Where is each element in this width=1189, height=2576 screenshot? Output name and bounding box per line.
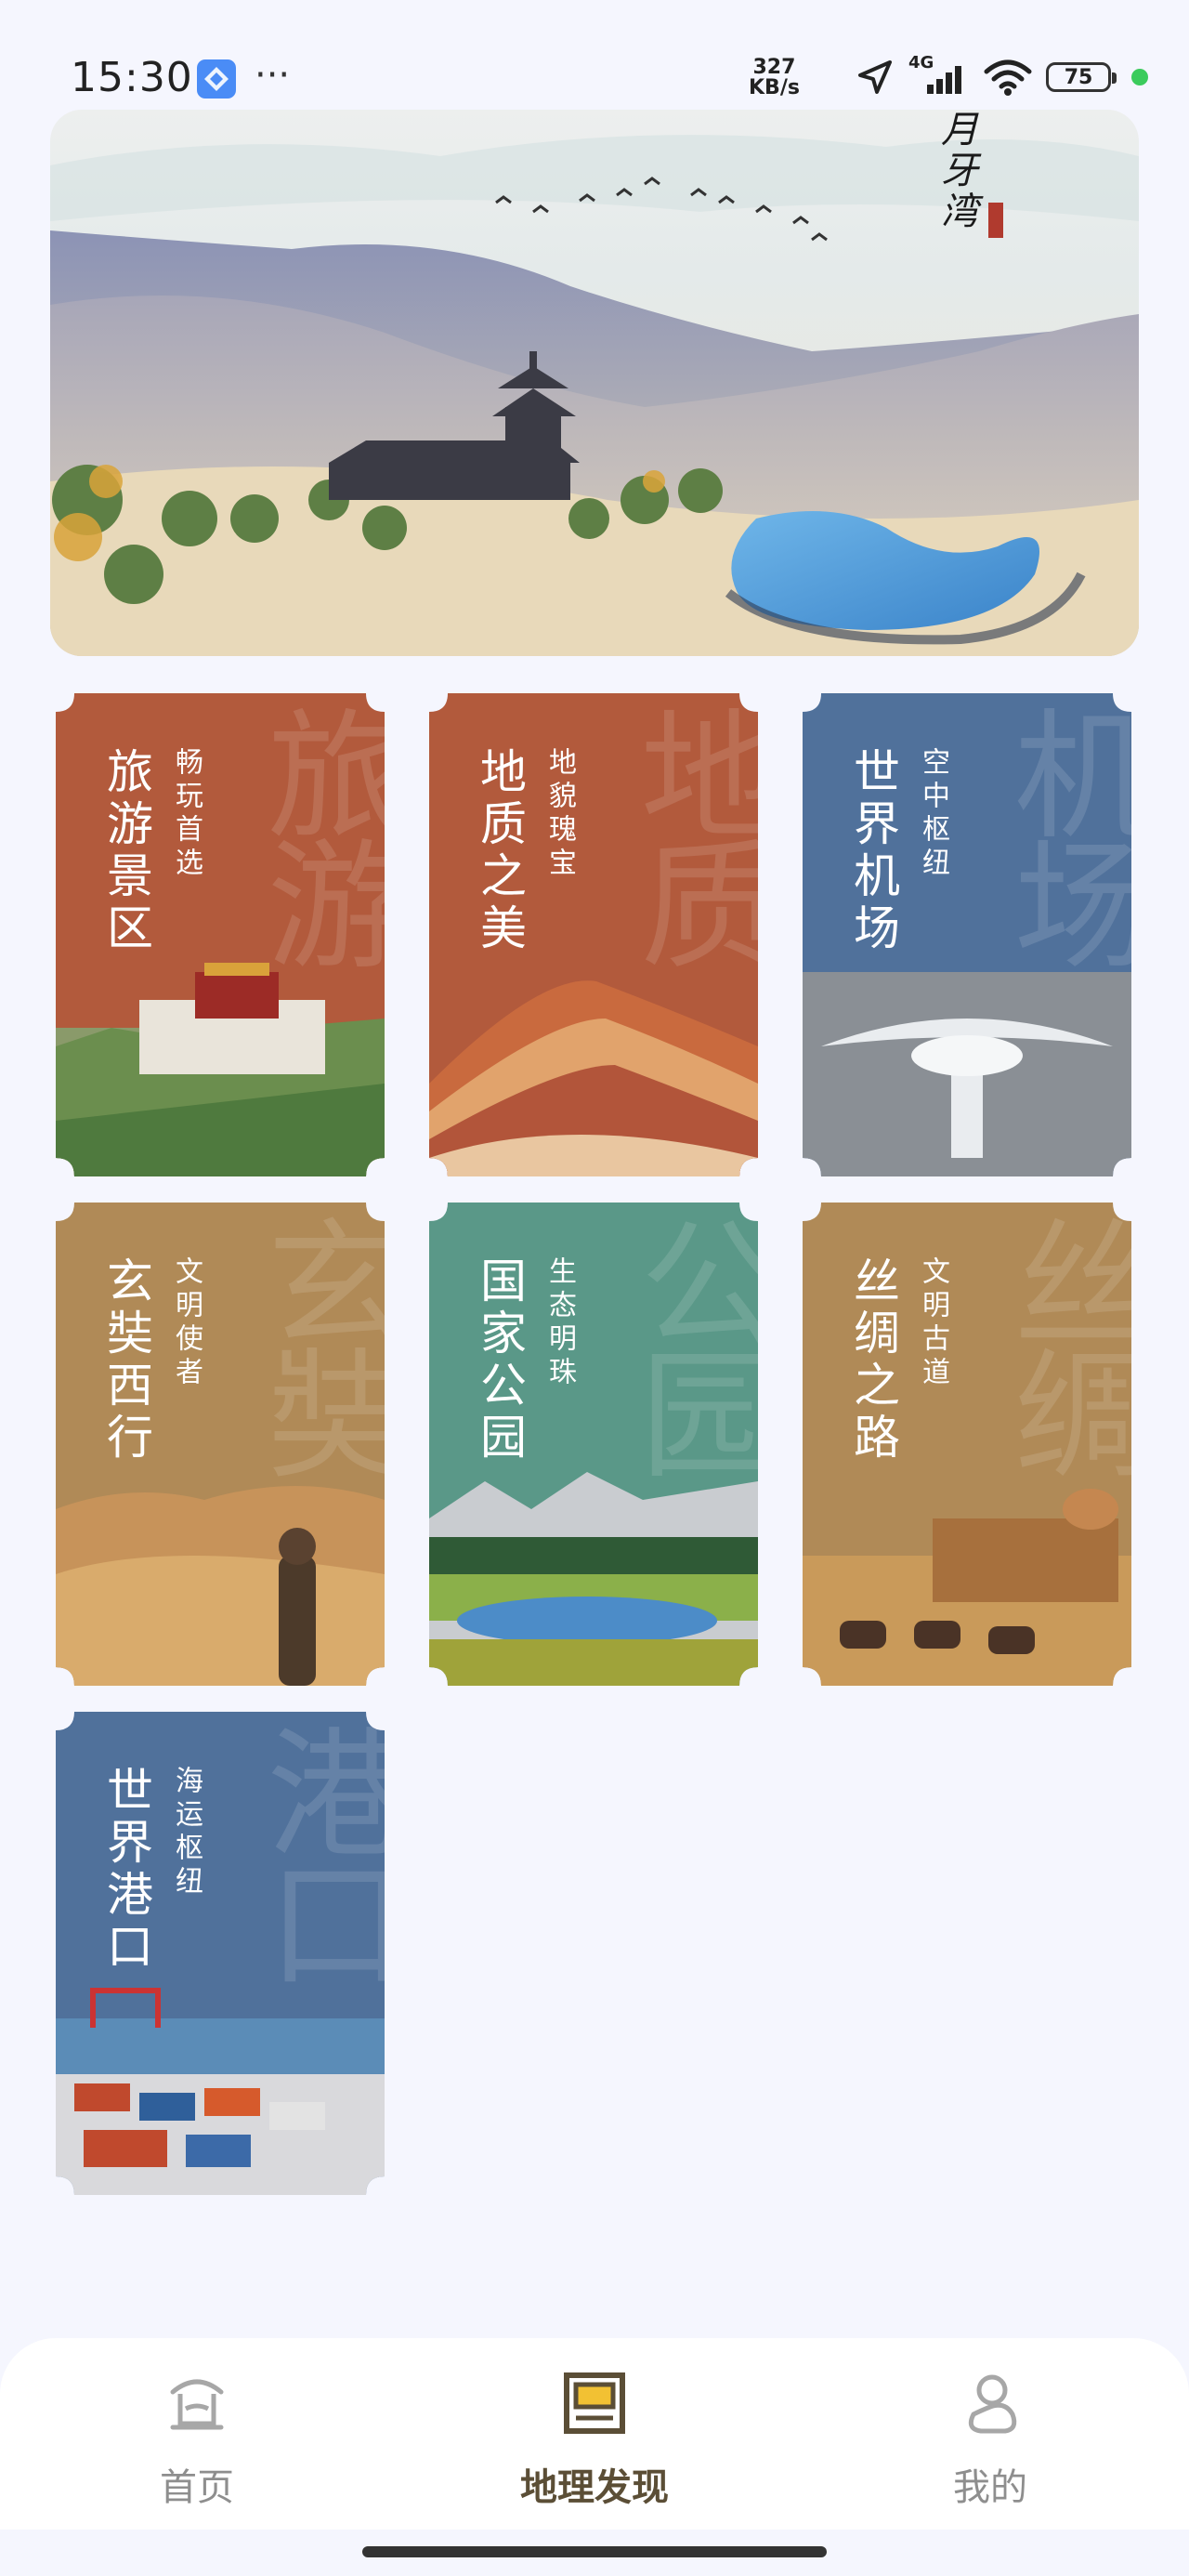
card-subtitle: 文明使者	[170, 1256, 203, 1390]
profile-icon	[968, 2374, 1017, 2434]
category-card[interactable]: 丝绸 丝绸之路 文明古道	[803, 1203, 1131, 1686]
card-title: 玄奘西行	[99, 1256, 153, 1465]
privacy-indicator-dot	[1131, 69, 1148, 85]
card-scene-image	[803, 972, 1131, 1176]
tab-profile[interactable]: 我的	[879, 2366, 1102, 2511]
signal-icon: 4G	[908, 53, 970, 98]
banner-title: 月牙湾	[934, 110, 977, 232]
tab-discover[interactable]: 地理发现	[483, 2366, 706, 2511]
card-subtitle: 文明古道	[917, 1256, 949, 1390]
wifi-icon	[984, 59, 1032, 96]
status-time: 15:30	[71, 54, 193, 101]
card-watermark: 丝绸	[990, 1212, 1131, 1472]
category-card[interactable]: 旅游 旅游景区 畅玩首选	[56, 693, 385, 1176]
tab-home[interactable]: 首页	[85, 2366, 308, 2511]
card-subtitle: 海运枢纽	[170, 1766, 203, 1899]
card-title: 世界港口	[99, 1766, 153, 1974]
card-title: 国家公园	[473, 1256, 527, 1465]
card-watermark: 地质	[617, 703, 758, 963]
card-watermark: 港口	[243, 1721, 385, 1981]
card-subtitle: 生态明珠	[543, 1256, 576, 1390]
frame-discover-icon	[564, 2372, 625, 2434]
location-arrow-icon	[858, 60, 892, 94]
card-watermark: 公园	[617, 1212, 758, 1472]
card-title: 旅游景区	[99, 747, 153, 955]
card-scene-image	[429, 1472, 758, 1686]
category-card[interactable]: 机场 世界机场 空中枢纽	[803, 693, 1131, 1176]
card-title: 世界机场	[846, 747, 900, 955]
card-watermark: 旅游	[243, 703, 385, 963]
battery-icon: 75	[1046, 62, 1117, 92]
card-subtitle: 地貌瑰宝	[543, 747, 576, 881]
card-watermark: 机场	[990, 703, 1131, 963]
card-scene-image	[56, 1486, 385, 1686]
card-scene-image	[56, 1988, 385, 2195]
tab-profile-label: 我的	[953, 2466, 1027, 2509]
tab-home-label: 首页	[160, 2466, 234, 2509]
net-speed-unit: KB/s	[749, 76, 800, 99]
bottom-tab-bar: 首页 地理发现 我的	[0, 2338, 1189, 2530]
battery-level: 75	[1064, 65, 1093, 89]
more-dots-icon: ···	[255, 54, 291, 97]
category-card[interactable]: 港口 世界港口 海运枢纽	[56, 1712, 385, 2195]
home-indicator[interactable]	[362, 2546, 827, 2557]
card-title: 地质之美	[473, 747, 527, 955]
category-card[interactable]: 地质 地质之美 地貌瑰宝	[429, 693, 758, 1176]
app-icon	[197, 59, 236, 99]
card-watermark: 玄奘	[243, 1212, 385, 1472]
pavilion-home-icon	[170, 2379, 224, 2430]
category-card[interactable]: 玄奘 玄奘西行 文明使者	[56, 1203, 385, 1686]
category-card[interactable]: 公园 国家公园 生态明珠	[429, 1203, 758, 1686]
net-speed: 327 KB/s	[749, 58, 800, 99]
card-title: 丝绸之路	[846, 1256, 900, 1465]
card-subtitle: 空中枢纽	[917, 747, 949, 881]
card-subtitle: 畅玩首选	[170, 747, 203, 881]
featured-banner-crescent-lake[interactable]: 月牙湾	[50, 110, 1139, 656]
net-speed-value: 327	[752, 56, 796, 79]
tab-discover-label: 地理发现	[520, 2466, 669, 2509]
